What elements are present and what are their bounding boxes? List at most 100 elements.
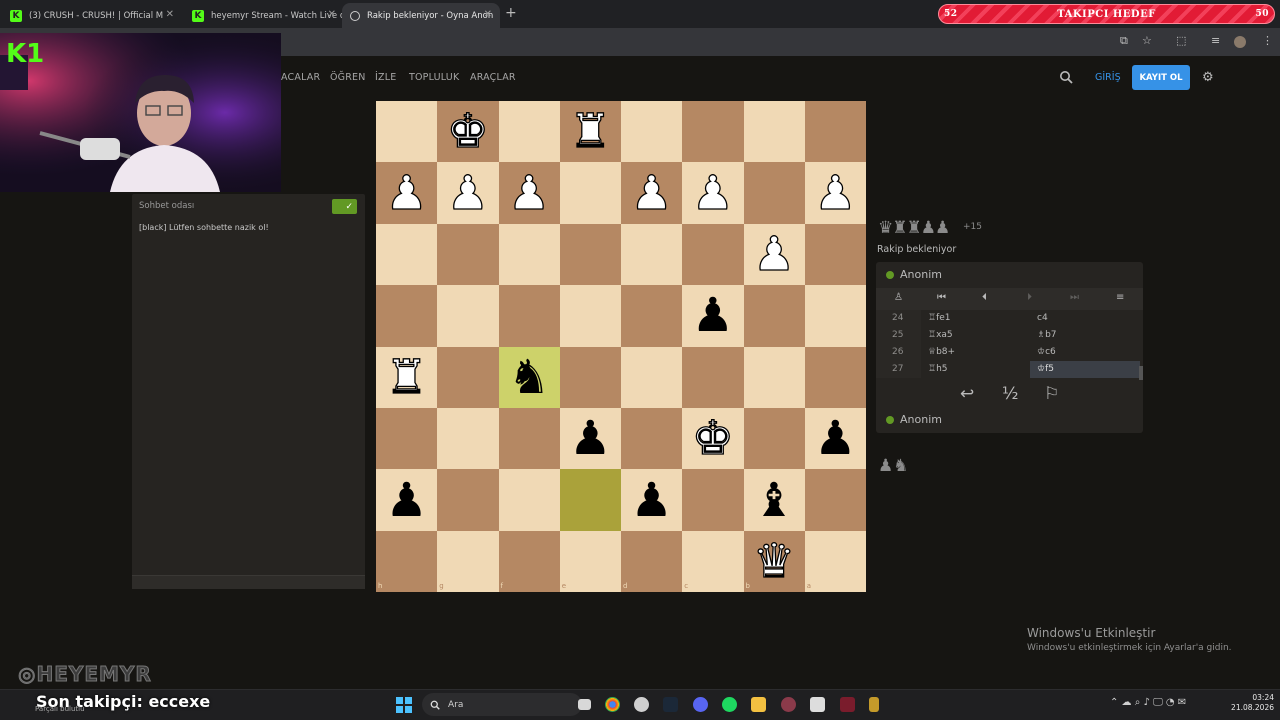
board-square[interactable]	[682, 101, 744, 163]
black-move[interactable]: ♗b7	[1030, 327, 1140, 344]
board-square[interactable]	[437, 408, 499, 470]
login-link[interactable]: GİRİŞ	[1095, 72, 1121, 83]
black-piece[interactable]: ♝	[744, 469, 805, 530]
signup-button[interactable]: KAYIT OL	[1132, 65, 1190, 90]
board-square[interactable]	[621, 223, 683, 286]
board-square[interactable]	[743, 162, 805, 224]
board-square[interactable]	[621, 285, 683, 347]
app-icon[interactable]	[781, 697, 796, 712]
chrome-icon[interactable]	[605, 697, 620, 712]
white-piece[interactable]: ♟	[805, 162, 866, 223]
black-piece[interactable]: ♟	[621, 469, 682, 530]
board-square[interactable]	[437, 223, 499, 286]
board-square[interactable]	[804, 223, 866, 286]
browser-tab-2[interactable]: K heyemyr Stream - Watch Live o ✕	[184, 3, 344, 28]
white-piece[interactable]: ♚	[437, 101, 498, 162]
nav-watch[interactable]: İZLE	[375, 72, 396, 83]
board-square[interactable]	[376, 285, 438, 347]
menu-icon[interactable]: ≡	[1116, 292, 1124, 303]
board-square[interactable]	[376, 530, 438, 593]
windows-start-icon[interactable]	[396, 697, 412, 713]
task-view-icon[interactable]	[578, 699, 591, 710]
board-square[interactable]	[376, 223, 438, 286]
board-square[interactable]	[437, 285, 499, 347]
app-icon[interactable]	[840, 697, 855, 712]
board-square[interactable]	[437, 346, 499, 408]
extensions-icon[interactable]: ⬚	[1176, 34, 1186, 47]
white-piece[interactable]: ♜	[560, 101, 621, 162]
board-square[interactable]	[559, 223, 621, 286]
white-piece[interactable]: ♟	[744, 224, 805, 285]
board-square[interactable]	[376, 408, 438, 470]
more-menu-icon[interactable]: ⋮	[1262, 34, 1273, 47]
board-square[interactable]	[804, 346, 866, 408]
takeback-icon[interactable]: ↩	[960, 384, 974, 404]
search-icon[interactable]	[1059, 70, 1073, 84]
chat-toggle-switch[interactable]: ✓	[332, 199, 357, 214]
board-square[interactable]	[559, 346, 621, 408]
board-square[interactable]	[621, 530, 683, 593]
obs-icon[interactable]	[634, 697, 649, 712]
board-square[interactable]	[498, 469, 560, 531]
board-square[interactable]	[804, 285, 866, 347]
first-move-icon[interactable]: ⏮	[937, 292, 946, 303]
board-square[interactable]	[559, 162, 621, 224]
black-move[interactable]: ♔f5	[1030, 361, 1140, 378]
board-square[interactable]	[682, 346, 744, 408]
steam-icon[interactable]	[663, 697, 678, 712]
white-move[interactable]: ♖fe1	[928, 310, 951, 327]
board-square[interactable]	[498, 408, 560, 470]
reading-list-icon[interactable]: ≡	[1211, 34, 1220, 47]
board-square[interactable]	[621, 408, 683, 470]
white-piece[interactable]: ♟	[682, 162, 743, 223]
white-piece[interactable]: ♟	[621, 162, 682, 223]
board-square[interactable]	[743, 101, 805, 163]
close-icon[interactable]: ✕	[328, 9, 336, 20]
board-square[interactable]	[804, 469, 866, 531]
store-icon[interactable]	[810, 697, 825, 712]
resign-flag-icon[interactable]: ⚐	[1044, 384, 1059, 404]
new-tab-button[interactable]: +	[505, 5, 517, 21]
flip-board-icon[interactable]: ♙	[894, 292, 903, 303]
gear-icon[interactable]: ⚙	[1202, 70, 1214, 85]
cast-icon[interactable]: ⧉	[1120, 34, 1128, 48]
board-square[interactable]	[621, 346, 683, 408]
white-piece[interactable]: ♟	[499, 162, 560, 223]
nav-learn[interactable]: ÖĞREN	[330, 72, 366, 83]
board-square[interactable]	[437, 530, 499, 593]
white-move[interactable]: ♖xa5	[928, 327, 953, 344]
black-piece[interactable]: ♟	[682, 285, 743, 346]
board-square[interactable]	[498, 285, 560, 347]
spotify-icon[interactable]	[722, 697, 737, 712]
taskbar-search[interactable]: Ara	[422, 693, 582, 716]
board-square[interactable]	[559, 469, 621, 531]
white-piece[interactable]: ♜	[376, 347, 437, 408]
board-square[interactable]	[682, 530, 744, 593]
nav-tools[interactable]: ARAÇLAR	[470, 72, 516, 83]
board-square[interactable]	[376, 101, 438, 163]
previous-move-icon[interactable]: ⏴	[982, 292, 987, 303]
white-piece[interactable]: ♛	[744, 531, 805, 592]
white-piece[interactable]: ♟	[437, 162, 498, 223]
next-move-icon[interactable]: ⏵	[1027, 292, 1032, 303]
file-explorer-icon[interactable]	[751, 697, 766, 712]
black-piece[interactable]: ♟	[376, 469, 437, 530]
system-tray[interactable]: ⌃ ☁ ⌕ ♪ 🖵 ◔ ✉	[1110, 697, 1186, 708]
board-square[interactable]	[437, 469, 499, 531]
black-piece[interactable]: ♟	[805, 408, 866, 469]
white-move[interactable]: ♖h5	[928, 361, 948, 378]
move-list-scrollbar[interactable]	[1139, 366, 1143, 380]
white-piece[interactable]: ♚	[682, 408, 743, 469]
browser-tab-1[interactable]: K (3) CRUSH - CRUSH! | Official M ✕	[2, 3, 182, 28]
board-square[interactable]	[682, 223, 744, 286]
board-square[interactable]	[559, 285, 621, 347]
bookmark-star-icon[interactable]: ☆	[1142, 34, 1152, 47]
chess-board[interactable]: ♚ ♜ ♟ ♟ ♟ ♟ ♟ ♟ ♟ ♟ ♜ ♞ ♟ ♚ ♟ ♟ ♟ ♝ ♛ 1 2 3 4 5 6 7 8 h g f e d c b a	[376, 101, 866, 593]
nav-play[interactable]: ACALAR	[281, 72, 320, 83]
nav-community[interactable]: TOPLULUK	[409, 72, 459, 83]
black-piece[interactable]: ♞	[499, 347, 560, 408]
board-square[interactable]	[498, 223, 560, 286]
last-move-icon[interactable]: ⏭	[1070, 292, 1079, 303]
board-square[interactable]	[621, 101, 683, 163]
app-icon[interactable]	[869, 697, 879, 712]
